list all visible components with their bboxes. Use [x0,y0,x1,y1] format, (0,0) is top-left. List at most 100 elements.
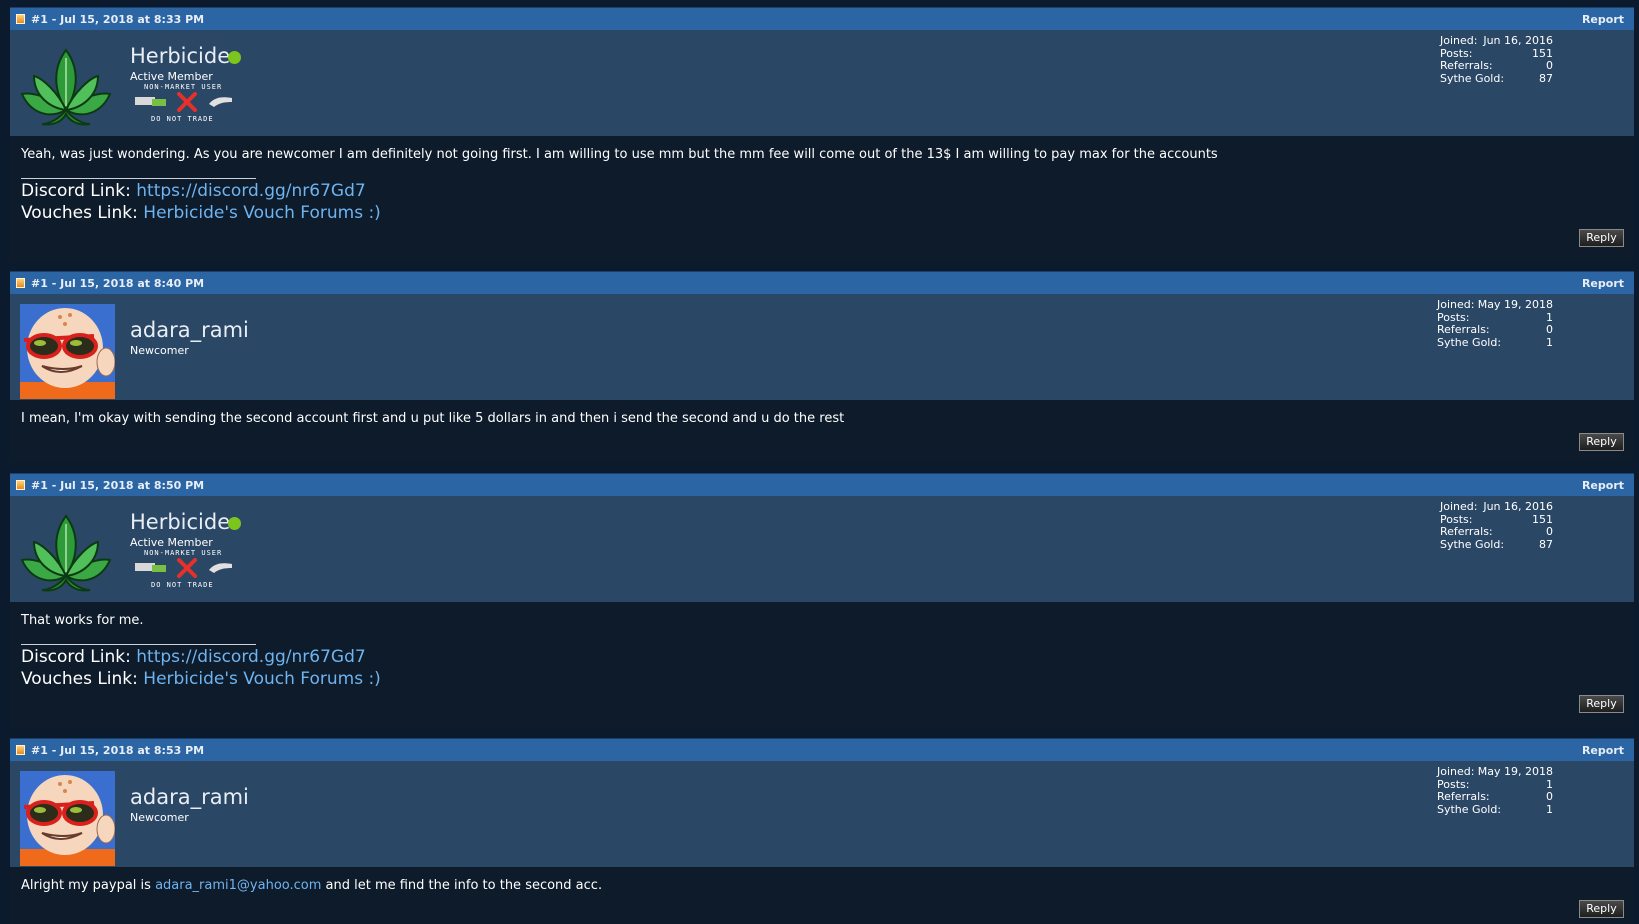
post: #1 - Jul 15, 2018 at 8:40 PM Report adar… [10,271,1634,462]
user-rank: Newcomer [130,344,189,357]
user-info: Herbicide Active Member NON-MARKET USER … [10,496,1634,602]
post-message: I mean, I'm okay with sending the second… [21,411,845,426]
referrals-value: 0 [1546,525,1553,538]
vouches-label: Vouches Link: [21,203,138,223]
post-message: Alright my paypal is adara_rami1@yahoo.c… [21,878,602,893]
cross-icon [177,558,197,578]
badge-top-text: NON-MARKET USER [144,83,223,91]
report-link[interactable]: Report [1582,479,1624,492]
vouches-label: Vouches Link: [21,669,138,689]
report-link[interactable]: Report [1582,277,1624,290]
gold-label: Sythe Gold: [1440,537,1505,551]
joined-value: May 19, 2018 [1477,765,1553,778]
joined-value: Jun 16, 2016 [1483,34,1553,47]
username[interactable]: Herbicide [130,44,230,68]
post-body: Alright my paypal is adara_rami1@yahoo.c… [10,867,1634,924]
reply-button[interactable]: Reply [1579,900,1624,918]
email-link[interactable]: adara_rami1@yahoo.com [155,878,321,893]
post-permalink[interactable]: #1 - Jul 15, 2018 at 8:53 PM [31,744,204,757]
post-icon [16,480,25,490]
handshake-icon [135,563,166,572]
vouches-link[interactable]: Herbicide's Vouch Forums :) [143,669,381,689]
post-header: #1 - Jul 15, 2018 at 8:40 PM Report [10,271,1634,294]
user-info: adara_rami Newcomer Joined: May 19, 2018 … [10,761,1634,867]
post-body: I mean, I'm okay with sending the second… [10,400,1634,462]
signature-vouches: Vouches Link: Herbicide's Vouch Forums :… [21,203,381,223]
discord-label: Discord Link: [21,181,131,201]
online-status-icon [228,517,241,530]
thread-page: #1 - Jul 15, 2018 at 8:33 PM Report Herb… [0,0,1639,924]
discord-link[interactable]: https://discord.gg/nr67Gd7 [136,181,365,201]
gold-label: Sythe Gold: [1437,802,1502,816]
referrals-value: 0 [1546,59,1553,72]
post: #1 - Jul 15, 2018 at 8:50 PM Report Herb… [10,473,1634,728]
post-message: Yeah, was just wondering. As you are new… [21,147,1218,162]
reply-button[interactable]: Reply [1579,695,1624,713]
leaf-avatar-icon[interactable] [20,514,112,594]
username[interactable]: adara_rami [130,785,249,809]
message-text: Alright my paypal is [21,878,156,893]
referrals-label: Referrals: [1437,323,1490,336]
post-message: That works for me. [21,613,144,628]
handshake-icon [135,97,166,106]
signature-discord: Discord Link: https://discord.gg/nr67Gd7 [21,181,366,201]
post-body: Yeah, was just wondering. As you are new… [10,136,1634,262]
user-info: adara_rami Newcomer Joined: May 19, 2018 … [10,294,1634,400]
online-status-icon [228,51,241,64]
user-rank: Active Member [130,70,213,83]
sunglasses-avatar-icon[interactable] [20,304,115,399]
sunglasses-avatar-icon[interactable] [20,771,115,866]
joined-label: Joined: [1440,500,1478,513]
gold-label: Sythe Gold: [1440,71,1505,85]
discord-label: Discord Link: [21,647,131,667]
signature-divider [21,644,256,645]
signature-vouches: Vouches Link: Herbicide's Vouch Forums :… [21,669,381,689]
username[interactable]: adara_rami [130,318,249,342]
post-permalink[interactable]: #1 - Jul 15, 2018 at 8:40 PM [31,277,204,290]
gold-value: 87 [1539,537,1553,551]
joined-label: Joined: [1440,34,1478,47]
gold-value: 1 [1546,802,1553,816]
hand-icon [209,97,232,107]
post: #1 - Jul 15, 2018 at 8:53 PM Report adar… [10,738,1634,924]
signature-discord: Discord Link: https://discord.gg/nr67Gd7 [21,647,366,667]
referrals-value: 0 [1546,323,1553,336]
report-link[interactable]: Report [1582,13,1624,26]
post-icon [16,14,25,24]
referrals-label: Referrals: [1440,525,1493,538]
post-header: #1 - Jul 15, 2018 at 8:53 PM Report [10,738,1634,761]
post-icon [16,278,25,288]
joined-value: May 19, 2018 [1477,298,1553,311]
joined-label: Joined: [1437,298,1475,311]
user-info: Herbicide Active Member NON-MARKET USER … [10,30,1634,136]
referrals-value: 0 [1546,790,1553,803]
message-text: and let me find the info to the second a… [321,878,603,893]
post-header: #1 - Jul 15, 2018 at 8:50 PM Report [10,473,1634,496]
joined-value: Jun 16, 2016 [1483,500,1553,513]
user-stats: Joined: May 19, 2018 Posts: 1 Referrals: 0 … [1437,298,1553,349]
badge-bottom-text: DO NOT TRADE [151,581,214,589]
user-stats: Joined: Jun 16, 2016 Posts: 151 Referrals:… [1440,34,1553,85]
report-link[interactable]: Report [1582,744,1624,757]
reply-button[interactable]: Reply [1579,229,1624,247]
referrals-label: Referrals: [1437,790,1490,803]
user-rank: Newcomer [130,811,189,824]
post-header: #1 - Jul 15, 2018 at 8:33 PM Report [10,7,1634,30]
post: #1 - Jul 15, 2018 at 8:33 PM Report Herb… [10,7,1634,262]
user-stats: Joined: Jun 16, 2016 Posts: 151 Referrals:… [1440,500,1553,551]
joined-label: Joined: [1437,765,1475,778]
post-permalink[interactable]: #1 - Jul 15, 2018 at 8:33 PM [31,13,204,26]
post-permalink[interactable]: #1 - Jul 15, 2018 at 8:50 PM [31,479,204,492]
reply-button[interactable]: Reply [1579,433,1624,451]
leaf-avatar-icon[interactable] [20,48,112,128]
referrals-label: Referrals: [1440,59,1493,72]
hand-icon [209,563,232,573]
badge-top-text: NON-MARKET USER [144,549,223,557]
vouches-link[interactable]: Herbicide's Vouch Forums :) [143,203,381,223]
post-body: That works for me. Discord Link: https:/… [10,602,1634,728]
gold-label: Sythe Gold: [1437,335,1502,349]
discord-link[interactable]: https://discord.gg/nr67Gd7 [136,647,365,667]
signature-divider [21,178,256,179]
username[interactable]: Herbicide [130,510,230,534]
gold-value: 87 [1539,71,1553,85]
